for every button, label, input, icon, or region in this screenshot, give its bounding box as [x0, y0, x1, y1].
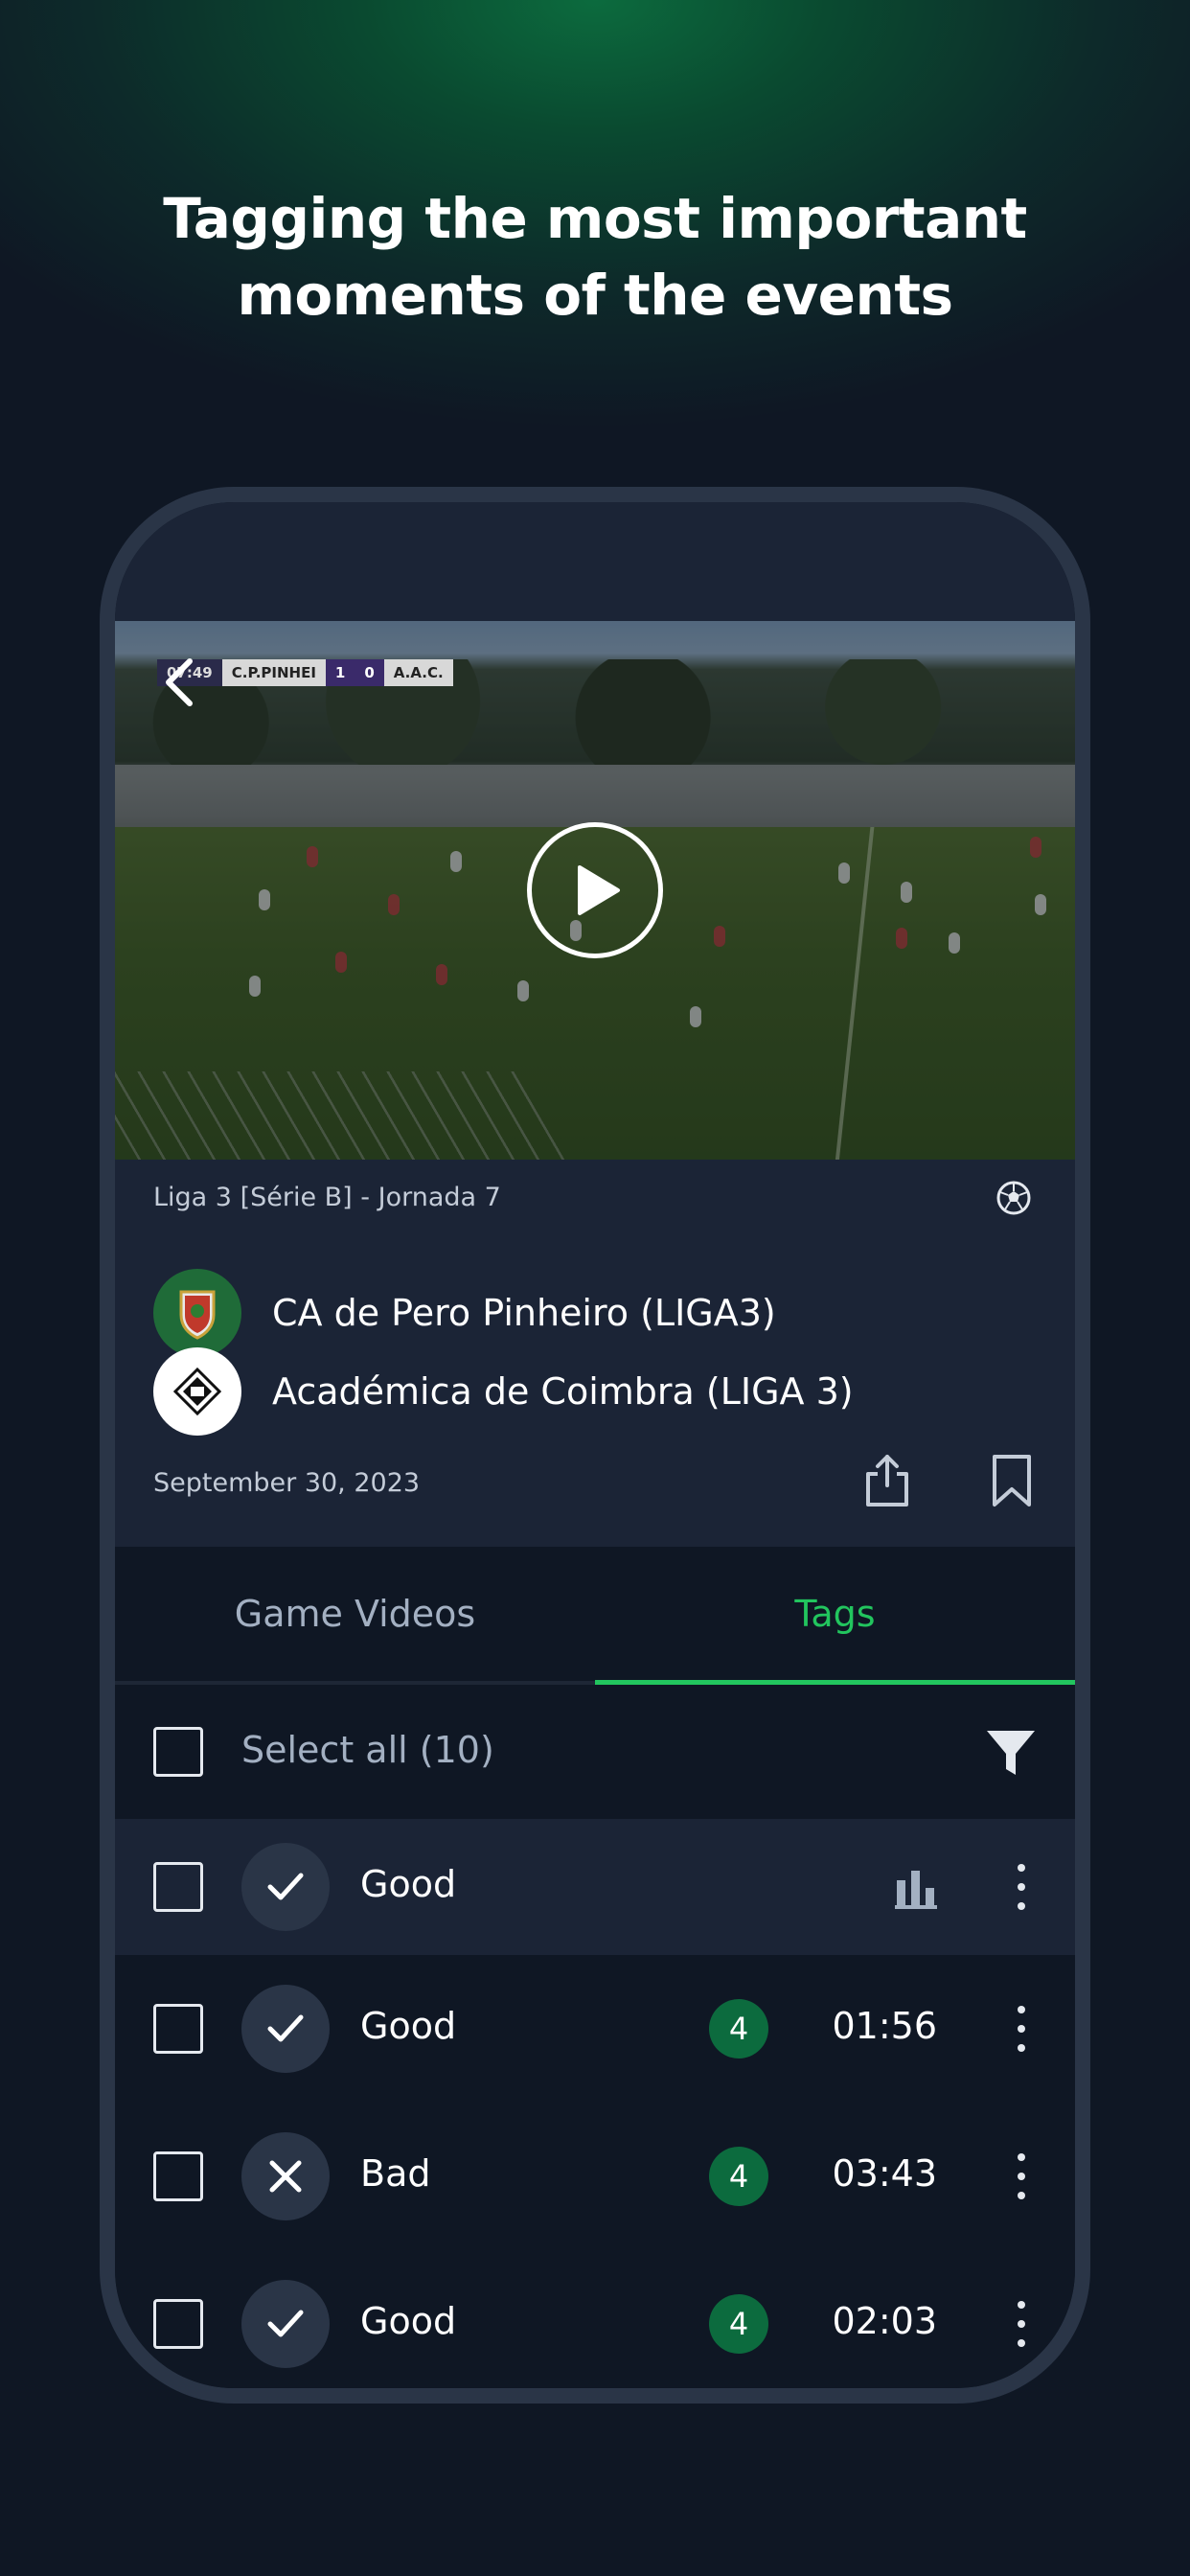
away-team-logo [153, 1347, 241, 1436]
tag-checkbox[interactable] [153, 2151, 203, 2201]
headline: Tagging the most important moments of th… [0, 180, 1190, 334]
back-button[interactable] [153, 656, 207, 709]
check-icon [267, 2014, 304, 2042]
crest-icon [179, 1290, 216, 1340]
away-score: 0 [355, 659, 384, 686]
tag-row[interactable]: Good 4 02:03 [115, 2250, 1075, 2388]
more-options-icon[interactable] [1010, 2000, 1033, 2058]
tag-label: Good [360, 2300, 457, 2342]
more-options-icon[interactable] [1010, 2295, 1033, 2353]
tab-game-videos[interactable]: Game Videos [115, 1547, 595, 1681]
count-badge: 4 [709, 1999, 768, 2058]
play-icon [578, 865, 620, 915]
tag-time: 01:56 [832, 2005, 937, 2047]
check-icon [267, 2310, 304, 2337]
home-abbrev: C.P.PINHEI [221, 659, 326, 686]
group-label: Good [360, 1863, 457, 1905]
away-team: Académica de Coimbra (LIGA 3) [153, 1347, 854, 1436]
tab-tags[interactable]: Tags [595, 1547, 1075, 1681]
video-player[interactable]: 07:49 C.P.PINHEI 1 0 A.A.C. [115, 621, 1075, 1160]
tag-row[interactable]: Good 4 01:56 [115, 1955, 1075, 2103]
select-all-label: Select all (10) [241, 1729, 494, 1771]
tag-label: Good [360, 2005, 457, 2047]
more-options-icon[interactable] [1010, 2148, 1033, 2205]
count-badge: 4 [709, 2147, 768, 2206]
status-good [241, 2280, 330, 2368]
headline-line-1: Tagging the most important [163, 186, 1027, 251]
close-icon [269, 2160, 302, 2193]
more-options-icon[interactable] [1010, 1858, 1033, 1916]
status-good [241, 1843, 330, 1931]
away-team-name: Académica de Coimbra (LIGA 3) [272, 1370, 854, 1413]
home-team-name: CA de Pero Pinheiro (LIGA3) [272, 1292, 776, 1334]
play-button[interactable] [527, 822, 663, 958]
soccer-ball-icon [996, 1181, 1031, 1215]
headline-line-2: moments of the events [237, 263, 953, 328]
home-score: 1 [325, 659, 355, 686]
filter-icon[interactable] [985, 1727, 1037, 1779]
bookmark-icon[interactable] [989, 1453, 1035, 1508]
phone-screen: 07:49 C.P.PINHEI 1 0 A.A.C. Liga 3 [Séri… [115, 502, 1075, 2388]
crest-icon [172, 1367, 222, 1416]
status-good [241, 1985, 330, 2073]
select-all-row: Select all (10) [115, 1685, 1075, 1819]
status-bar [115, 502, 1075, 621]
chevron-left-icon [166, 658, 193, 706]
league-label: Liga 3 [Série B] - Jornada 7 [153, 1183, 501, 1212]
tag-checkbox[interactable] [153, 2004, 203, 2054]
status-bad [241, 2132, 330, 2220]
tag-group-row[interactable]: Good [115, 1819, 1075, 1955]
check-icon [267, 1873, 304, 1900]
tag-row[interactable]: Bad 4 03:43 [115, 2103, 1075, 2250]
home-team: CA de Pero Pinheiro (LIGA3) [153, 1269, 776, 1357]
match-info: Liga 3 [Série B] - Jornada 7 CA de Pero … [115, 1160, 1075, 1547]
phone-frame: 07:49 C.P.PINHEI 1 0 A.A.C. Liga 3 [Séri… [100, 487, 1090, 2404]
match-date: September 30, 2023 [153, 1468, 421, 1498]
select-all-checkbox[interactable] [153, 1727, 203, 1777]
tag-time: 02:03 [832, 2300, 937, 2342]
share-icon[interactable] [862, 1451, 912, 1508]
home-team-logo [153, 1269, 241, 1357]
count-badge: 4 [709, 2294, 768, 2354]
tag-checkbox[interactable] [153, 2299, 203, 2349]
tag-time: 03:43 [832, 2152, 937, 2195]
tab-bar: Game Videos Tags [115, 1547, 1075, 1685]
group-checkbox[interactable] [153, 1862, 203, 1912]
bar-chart-icon[interactable] [895, 1867, 937, 1909]
away-abbrev: A.A.C. [383, 659, 453, 686]
tag-label: Bad [360, 2152, 431, 2195]
